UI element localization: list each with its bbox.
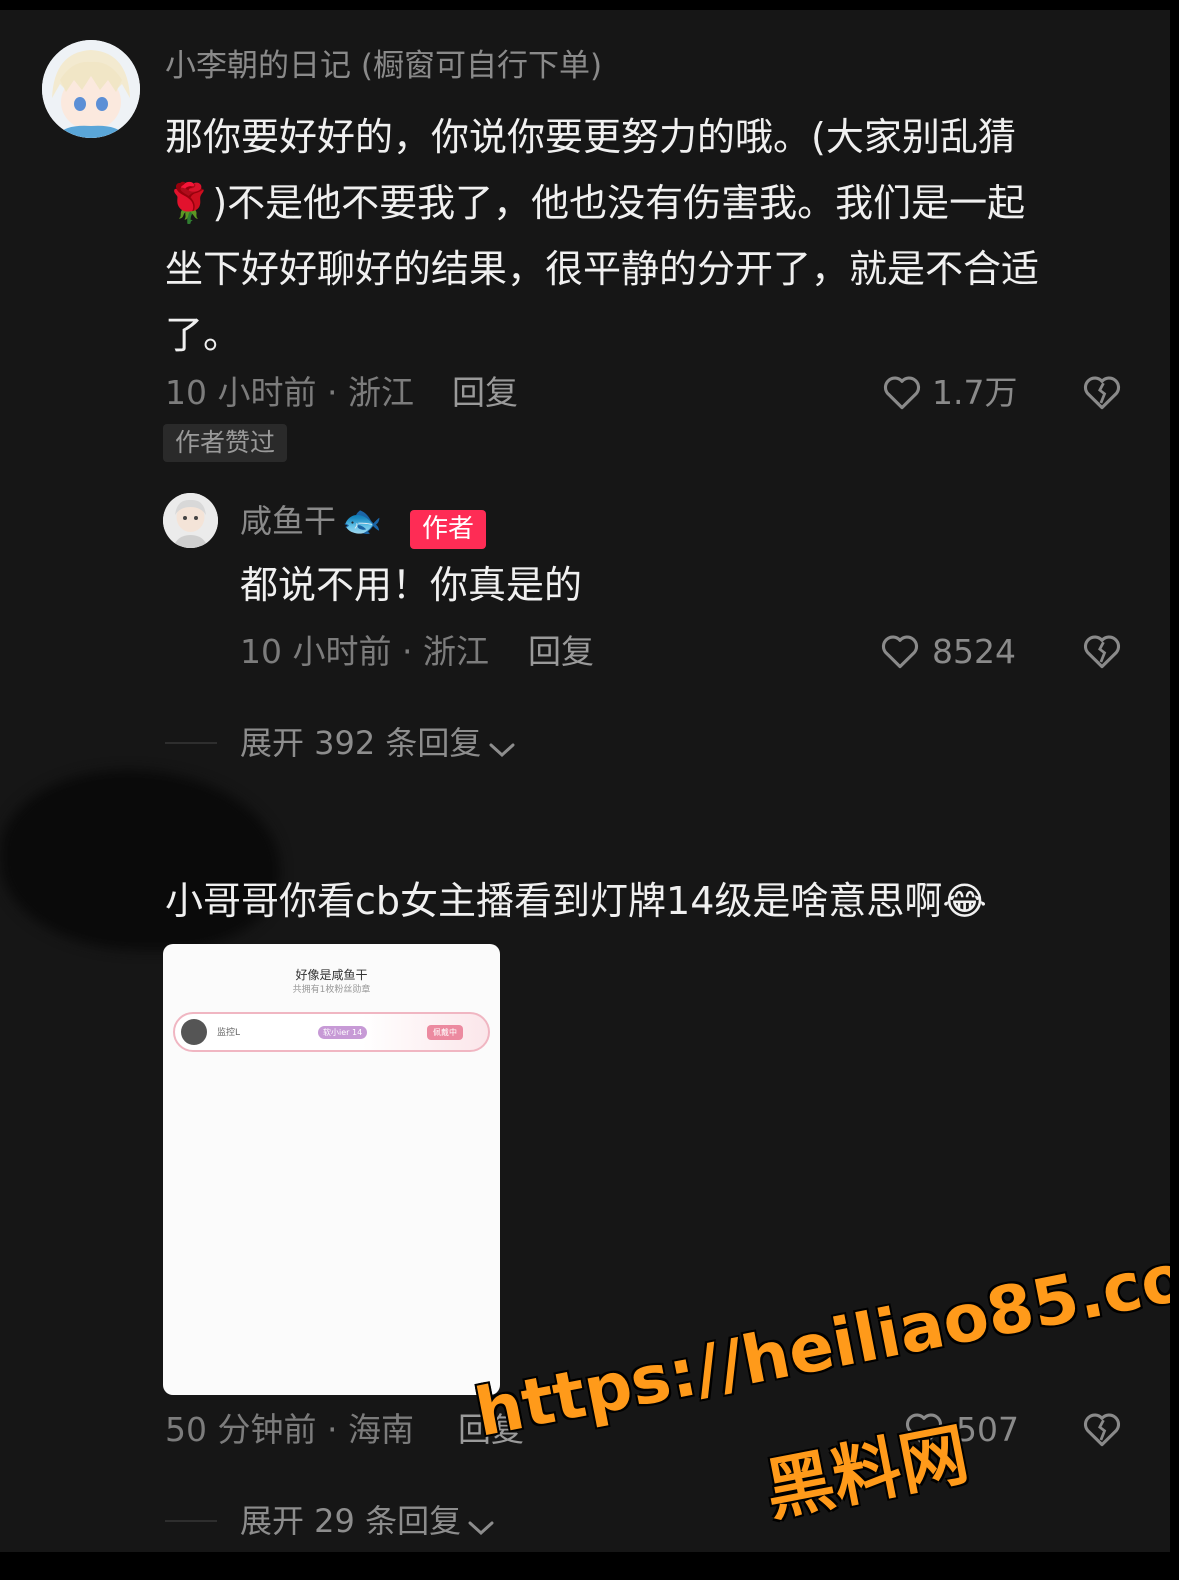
like-button[interactable]	[880, 370, 924, 414]
comment-text-line: 了。	[165, 313, 242, 357]
dislike-button[interactable]	[1080, 1407, 1124, 1451]
expand-replies-button[interactable]: 展开 29 条回复	[240, 1501, 496, 1541]
reply-button[interactable]: 回复	[452, 373, 518, 413]
reply-username[interactable]: 咸鱼干 🐟	[240, 499, 382, 543]
chevron-down-icon	[468, 1521, 494, 1535]
broken-heart-icon	[1083, 376, 1121, 410]
like-count: 507	[956, 1410, 1019, 1449]
watermark-name: 黑料网	[759, 1415, 975, 1532]
heart-icon	[883, 376, 921, 410]
author-liked-badge: 作者赞过	[163, 424, 288, 462]
image-title: 好像是咸鱼干	[295, 968, 368, 982]
reply-text: 都说不用！你真是的	[240, 563, 583, 607]
image-subtitle: 共拥有1枚粉丝勋章	[292, 985, 371, 995]
fan-name: 监控L	[217, 1028, 241, 1038]
like-count: 8524	[932, 632, 1016, 671]
like-count: 1.7万	[932, 373, 1018, 412]
reply-button[interactable]: 回复	[528, 632, 594, 672]
divider	[165, 1520, 217, 1522]
broken-heart-icon	[1083, 635, 1121, 669]
comment-text: 小哥哥你看cb女主播看到灯牌14级是啥意思啊😂	[165, 879, 987, 923]
fan-level-badge: 软小ier 14	[318, 1026, 368, 1039]
comment-text-line: 🌹)不是他不要我了，他也没有伤害我。我们是一起	[165, 181, 1026, 225]
comment-time-location: 10 小时前 · 浙江	[165, 373, 414, 412]
dislike-button[interactable]	[1080, 370, 1124, 414]
fan-badge-row: 监控L 软小ier 14 佩戴中	[173, 1012, 490, 1052]
comment-time-location: 50 分钟前 · 海南	[165, 1410, 414, 1449]
comment-image[interactable]: 好像是咸鱼干 共拥有1枚粉丝勋章 监控L 软小ier 14 佩戴中	[163, 944, 500, 1395]
chevron-down-icon	[489, 743, 515, 757]
heart-icon	[881, 635, 919, 669]
reply-time-location: 10 小时前 · 浙江	[240, 632, 489, 671]
author-tag: 作者	[410, 510, 487, 549]
expand-replies-button[interactable]: 展开 392 条回复	[240, 723, 517, 763]
comment-text-line: 那你要好好的，你说你要更努力的哦。(大家别乱猜	[165, 115, 1016, 159]
comments-screen: 小李朝的日记 (橱窗可自行下单) 那你要好好的，你说你要更努力的哦。(大家别乱猜…	[0, 10, 1170, 1552]
comment-text-line: 坐下好好聊好的结果，很平静的分开了，就是不合适	[165, 247, 1040, 291]
rose-emoji: 🌹	[165, 181, 213, 225]
watermark-url: https://heiliao85.com	[469, 1225, 1170, 1452]
wearing-badge: 佩戴中	[427, 1025, 463, 1040]
avatar	[181, 1019, 207, 1045]
divider	[165, 742, 217, 744]
dislike-button[interactable]	[1080, 629, 1124, 673]
avatar[interactable]	[42, 40, 140, 138]
fish-emoji: 🐟	[342, 502, 382, 540]
laughing-emoji: 😂	[942, 879, 987, 923]
like-button[interactable]	[878, 629, 922, 673]
comment-username[interactable]: 小李朝的日记 (橱窗可自行下单)	[165, 44, 602, 88]
avatar[interactable]	[163, 493, 218, 548]
broken-heart-icon	[1083, 1413, 1121, 1447]
